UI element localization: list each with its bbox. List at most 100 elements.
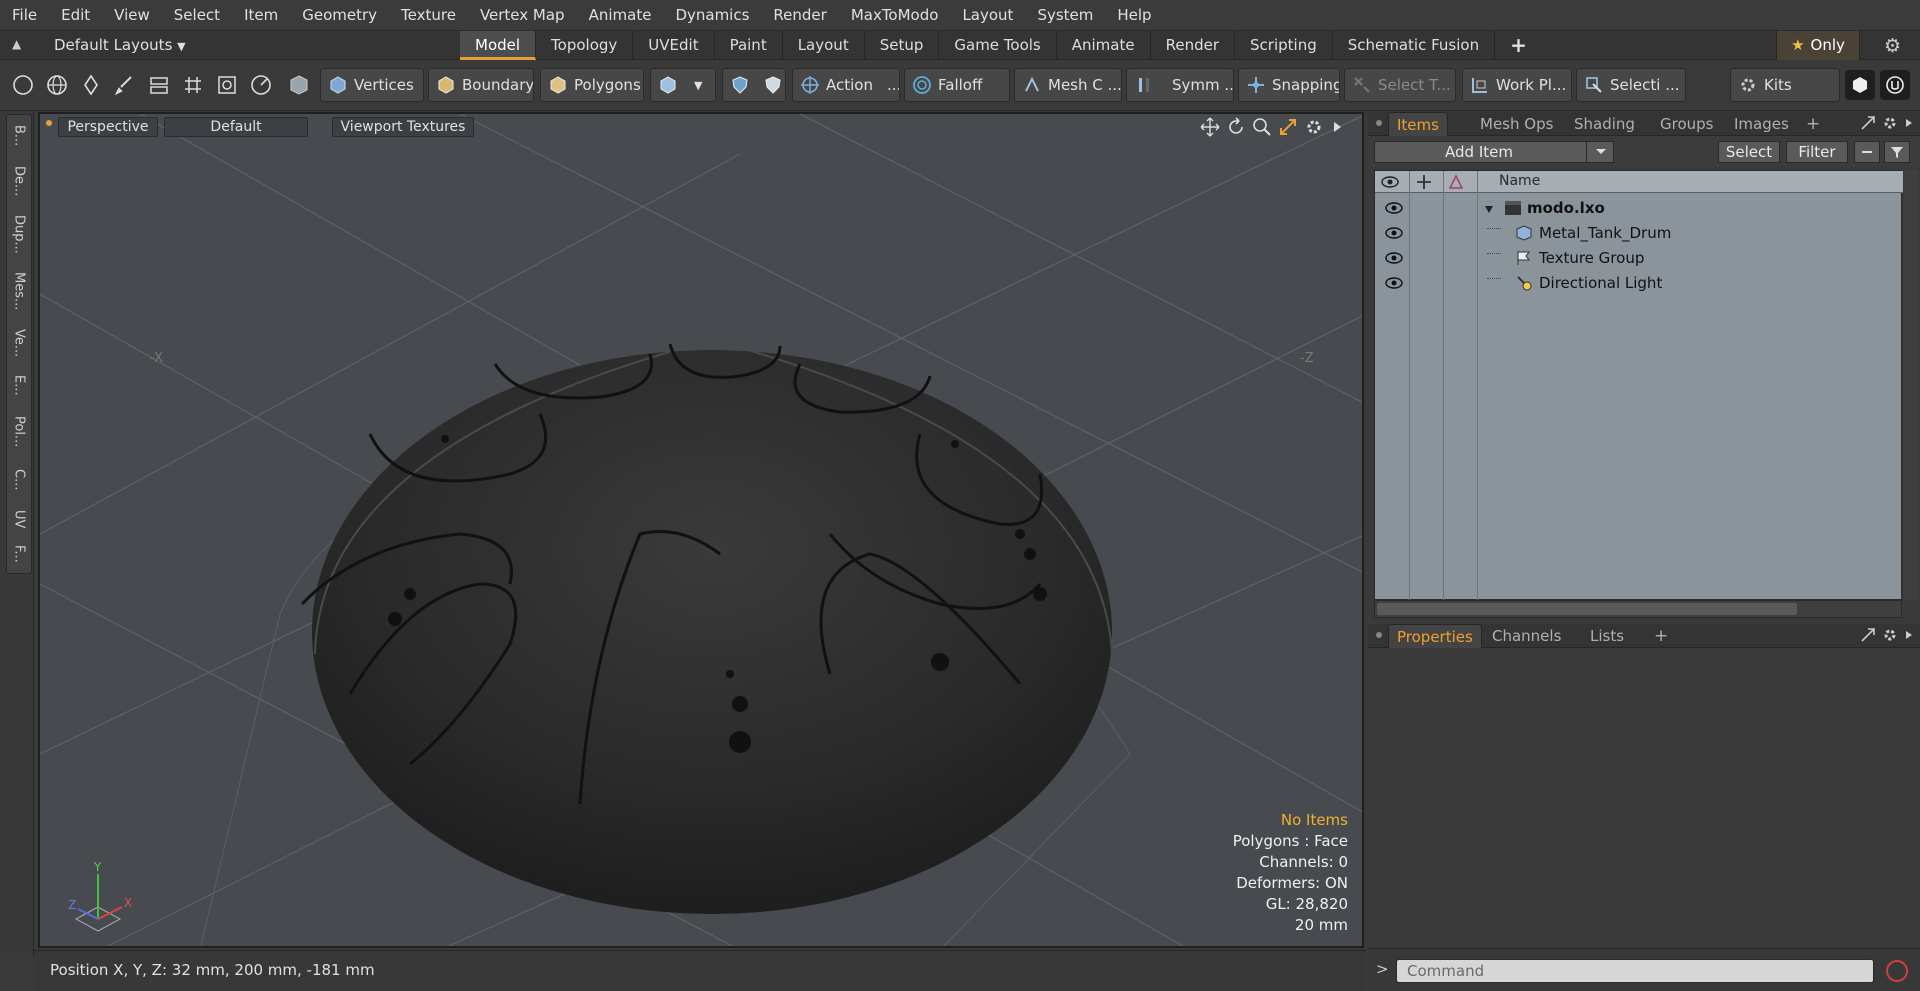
menu-edit[interactable]: Edit bbox=[49, 0, 102, 31]
collapse-up-icon[interactable]: ▲ bbox=[12, 37, 26, 51]
only-toggle[interactable]: ★ Only bbox=[1776, 31, 1860, 60]
add-item-dropdown-icon[interactable] bbox=[1586, 141, 1614, 163]
vtab-deform[interactable]: De... bbox=[7, 159, 31, 203]
viewport-menu-arrow-icon[interactable] bbox=[1330, 117, 1344, 141]
eye-icon[interactable] bbox=[1385, 251, 1403, 269]
vtab-vertex[interactable]: Ve... bbox=[7, 323, 31, 363]
menu-dynamics[interactable]: Dynamics bbox=[663, 0, 761, 31]
type-column-icon[interactable] bbox=[1447, 173, 1465, 195]
tab-shading[interactable]: Shading bbox=[1566, 112, 1643, 136]
menu-animate[interactable]: Animate bbox=[577, 0, 664, 31]
funnel-icon[interactable] bbox=[1884, 141, 1910, 163]
panel-arrow-icon[interactable] bbox=[1904, 627, 1914, 647]
menu-help[interactable]: Help bbox=[1105, 0, 1163, 31]
boundary-button[interactable]: Boundary bbox=[428, 68, 534, 102]
menu-file[interactable]: File bbox=[0, 0, 49, 31]
zoom-icon[interactable] bbox=[1252, 117, 1272, 141]
snapping-button[interactable]: Snapping bbox=[1238, 68, 1340, 102]
lock-column-icon[interactable] bbox=[1415, 173, 1433, 195]
tab-game-tools[interactable]: Game Tools bbox=[939, 31, 1057, 60]
frame-icon[interactable] bbox=[212, 70, 242, 100]
items-tree[interactable]: Name modo.lxo Metal_Tank_Drum Texture Gr… bbox=[1374, 170, 1903, 601]
tab-topology[interactable]: Topology bbox=[536, 31, 634, 60]
tree-row-mesh[interactable]: Metal_Tank_Drum bbox=[1375, 221, 1903, 246]
kits-button[interactable]: Kits bbox=[1730, 68, 1840, 102]
tree-horizontal-scrollbar[interactable] bbox=[1374, 600, 1902, 618]
tab-animate[interactable]: Animate bbox=[1057, 31, 1151, 60]
circle-select-icon[interactable] bbox=[8, 70, 38, 100]
tab-lists[interactable]: Lists bbox=[1582, 624, 1632, 648]
vertices-button[interactable]: Vertices bbox=[320, 68, 424, 102]
tree-row-scene[interactable]: modo.lxo bbox=[1375, 196, 1903, 221]
add-tab-plus-icon[interactable]: + bbox=[1495, 31, 1542, 60]
tab-items[interactable]: Items bbox=[1388, 112, 1448, 136]
tab-paint[interactable]: Paint bbox=[715, 31, 783, 60]
menu-item[interactable]: Item bbox=[232, 0, 290, 31]
vtab-mesh-edit[interactable]: Mes... bbox=[7, 265, 31, 317]
viewport-textures-button[interactable]: Viewport Textures bbox=[332, 117, 474, 137]
vtab-polygon[interactable]: Pol... bbox=[7, 407, 31, 457]
grid-snap-icon[interactable] bbox=[178, 70, 208, 100]
tab-mesh-ops[interactable]: Mesh Ops bbox=[1472, 112, 1561, 136]
brush-icon[interactable] bbox=[110, 70, 140, 100]
tab-render[interactable]: Render bbox=[1151, 31, 1236, 60]
rotate-icon[interactable] bbox=[1226, 117, 1246, 141]
vtab-curve[interactable]: C... bbox=[7, 461, 31, 499]
expand-triangle-icon[interactable] bbox=[1483, 201, 1495, 219]
scroll-thumb[interactable] bbox=[1377, 603, 1797, 615]
tab-uvedit[interactable]: UVEdit bbox=[633, 31, 715, 60]
panel-arrow-icon[interactable] bbox=[1904, 115, 1914, 135]
tree-row-light[interactable]: Directional Light bbox=[1375, 271, 1903, 296]
viewport-gear-icon[interactable] bbox=[1304, 117, 1324, 141]
menu-system[interactable]: System bbox=[1025, 0, 1105, 31]
tab-setup[interactable]: Setup bbox=[865, 31, 940, 60]
mesh-constraint-button[interactable]: Mesh C ... bbox=[1014, 68, 1122, 102]
globe-icon[interactable] bbox=[42, 70, 72, 100]
unreal-icon[interactable] bbox=[1880, 70, 1910, 100]
record-macro-icon[interactable] bbox=[1886, 960, 1908, 982]
menu-view[interactable]: View bbox=[102, 0, 162, 31]
tab-schematic-fusion[interactable]: Schematic Fusion bbox=[1333, 31, 1496, 60]
menu-render[interactable]: Render bbox=[761, 0, 838, 31]
vtab-duplicate[interactable]: Dup... bbox=[7, 209, 31, 259]
item-mode-dropdown[interactable]: ▼ bbox=[650, 68, 716, 102]
select-through-button[interactable]: Select T... bbox=[1344, 68, 1456, 102]
tab-properties[interactable]: Properties bbox=[1388, 624, 1482, 648]
move-icon[interactable] bbox=[1200, 117, 1220, 141]
tab-channels[interactable]: Channels bbox=[1484, 624, 1569, 648]
align-icon[interactable] bbox=[144, 70, 174, 100]
tab-images[interactable]: Images bbox=[1726, 112, 1797, 136]
vtab-edge[interactable]: E... bbox=[7, 367, 31, 403]
work-plane-button[interactable]: Work Pl... bbox=[1462, 68, 1572, 102]
symmetry-button[interactable]: Symm ... bbox=[1126, 68, 1234, 102]
vtab-uv[interactable]: UV bbox=[7, 503, 31, 535]
falloff-button[interactable]: Falloff bbox=[904, 68, 1010, 102]
polygons-button[interactable]: Polygons bbox=[540, 68, 644, 102]
tab-scripting[interactable]: Scripting bbox=[1235, 31, 1333, 60]
menu-select[interactable]: Select bbox=[162, 0, 232, 31]
menu-texture[interactable]: Texture bbox=[389, 0, 468, 31]
expand-icon[interactable] bbox=[1860, 627, 1876, 647]
eye-icon[interactable] bbox=[1385, 276, 1403, 294]
add-item-button[interactable]: Add Item bbox=[1374, 141, 1614, 163]
action-center-button[interactable]: Action... bbox=[792, 68, 900, 102]
shading-default-button[interactable]: Default bbox=[164, 117, 308, 137]
panel-gear-icon[interactable] bbox=[1882, 115, 1898, 135]
filter-button[interactable]: Filter bbox=[1786, 141, 1848, 163]
perspective-button[interactable]: Perspective bbox=[58, 117, 158, 137]
shaded-cube-icon[interactable] bbox=[284, 70, 314, 100]
vtab-fusion[interactable]: F... bbox=[7, 537, 31, 571]
tree-vertical-scrollbar[interactable] bbox=[1904, 170, 1918, 600]
menu-layout[interactable]: Layout bbox=[950, 0, 1025, 31]
eye-icon[interactable] bbox=[1385, 201, 1403, 219]
shield-toggles[interactable] bbox=[722, 68, 786, 102]
clock-icon[interactable] bbox=[246, 70, 276, 100]
add-panel-tab-icon[interactable]: + bbox=[1798, 112, 1828, 136]
panel-gear-icon[interactable] bbox=[1882, 627, 1898, 647]
tree-row-texture-group[interactable]: Texture Group bbox=[1375, 246, 1903, 271]
menu-maxtomodo[interactable]: MaxToModo bbox=[839, 0, 951, 31]
tab-layout[interactable]: Layout bbox=[783, 31, 865, 60]
command-input[interactable]: Command bbox=[1396, 959, 1874, 983]
selection-sets-button[interactable]: Selecti ... bbox=[1576, 68, 1686, 102]
tab-model[interactable]: Model bbox=[460, 31, 537, 60]
